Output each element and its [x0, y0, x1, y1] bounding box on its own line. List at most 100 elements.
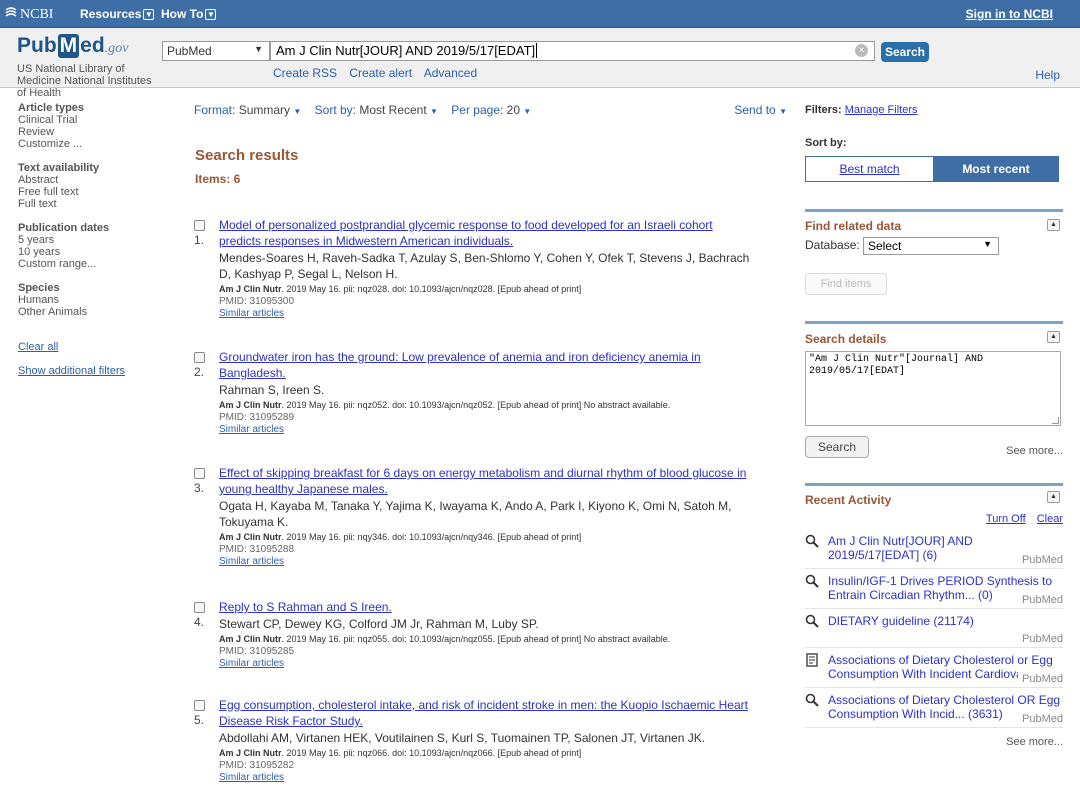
turn-off-link[interactable]: Turn Off	[986, 513, 1026, 525]
sort-menu[interactable]: Sort by: Most Recent ▼	[315, 103, 438, 117]
filter-5-years[interactable]: 5 years	[18, 234, 168, 246]
result-title-link[interactable]: Egg consumption, cholesterol intake, and…	[219, 697, 793, 729]
advanced-link[interactable]: Advanced	[424, 66, 477, 80]
manage-filters-link[interactable]: Manage Filters	[845, 104, 918, 116]
result-checkbox[interactable]	[194, 468, 205, 479]
filter-10-years[interactable]: 10 years	[18, 246, 168, 258]
pubmed-header: Pub Med.gov US National Library of Medici…	[0, 28, 1080, 99]
filter-humans[interactable]: Humans	[18, 294, 168, 306]
filter-customize[interactable]: Customize ...	[18, 138, 168, 150]
similar-articles-link[interactable]: Similar articles	[219, 424, 793, 436]
related-database-select[interactable]: Select ▼	[863, 237, 999, 255]
per-page-menu[interactable]: Per page: 20 ▼	[451, 103, 531, 117]
clear-search-icon[interactable]: ×	[855, 44, 868, 57]
create-alert-link[interactable]: Create alert	[349, 66, 412, 80]
result-number: 3.	[194, 481, 205, 495]
sort-by-label: Sort by:	[805, 137, 847, 149]
result-citation: Am J Clin Nutr. 2019 May 16. pii: nqz066…	[219, 748, 582, 758]
dropdown-arrow-icon: ▼	[983, 239, 992, 249]
database-select[interactable]: PubMed ▼	[162, 41, 270, 61]
filters-label: Filters: Manage Filters	[805, 104, 918, 116]
result-title-link[interactable]: Groundwater iron has the ground: Low pre…	[219, 349, 793, 381]
result-pmid: PMID: 31095285	[219, 646, 295, 657]
result-checkbox[interactable]	[194, 352, 205, 363]
search-results-title: Search results	[195, 147, 299, 164]
clear-all-link[interactable]: Clear all	[18, 341, 168, 353]
filter-full-text[interactable]: Full text	[18, 198, 168, 210]
sign-in-link[interactable]: Sign in to NCBI	[966, 7, 1053, 21]
filter-abstract[interactable]: Abstract	[18, 174, 168, 186]
collapse-icon[interactable]: ▲	[1047, 219, 1060, 231]
find-items-button[interactable]: Find items	[805, 273, 887, 295]
recent-activity-item[interactable]: Am J Clin Nutr[JOUR] AND 2019/5/17[EDAT]…	[805, 534, 1063, 569]
result-citation: Am J Clin Nutr. 2019 May 16. pii: nqz028…	[219, 284, 582, 294]
similar-articles-link[interactable]: Similar articles	[219, 556, 793, 568]
sort-most-recent-button[interactable]: Most recent	[933, 157, 1059, 181]
result-citation: Am J Clin Nutr. 2019 May 16. pii: nqy346…	[219, 532, 582, 542]
result-authors: Stewart CP, Dewey KG, Colford JM Jr, Rah…	[219, 617, 539, 631]
similar-articles-link[interactable]: Similar articles	[219, 772, 793, 784]
recent-activity-item[interactable]: Insulin/IGF-1 Drives PERIOD Synthesis to…	[805, 574, 1063, 609]
document-icon	[806, 653, 818, 667]
clear-activity-link[interactable]: Clear	[1037, 513, 1063, 525]
format-menu[interactable]: Format: Summary ▼	[194, 103, 301, 117]
dropdown-arrow-icon: ▼	[254, 44, 263, 54]
resize-grip-icon[interactable]	[1052, 417, 1059, 424]
sort-toggle: Best match Most recent	[805, 156, 1059, 182]
send-to-menu[interactable]: Send to ▼	[734, 103, 787, 117]
search-icon	[805, 574, 819, 588]
recent-activity-controls: Turn Off Clear	[978, 513, 1063, 525]
database-label: Database:	[805, 238, 860, 252]
search-details-textarea[interactable]: "Am J Clin Nutr"[Journal] AND 2019/05/17…	[805, 351, 1061, 426]
species-heading: Species	[18, 282, 60, 294]
chevron-down-icon: ▼	[523, 107, 532, 116]
result-citation: Am J Clin Nutr. 2019 May 16. pii: nqz055…	[219, 634, 671, 644]
result-pmid: PMID: 31095288	[219, 544, 295, 555]
ncbi-logo-icon	[5, 7, 17, 17]
howto-menu[interactable]: How To ▼	[161, 7, 217, 21]
help-link[interactable]: Help	[1035, 68, 1060, 82]
result-title-link[interactable]: Model of personalized postprandial glyce…	[219, 217, 793, 249]
filter-custom-range[interactable]: Custom range...	[18, 258, 168, 270]
see-more-link[interactable]: See more...	[1006, 736, 1063, 748]
collapse-icon[interactable]: ▲	[1047, 331, 1060, 343]
collapse-icon[interactable]: ▲	[1047, 491, 1060, 503]
recent-activity-item[interactable]: DIETARY guideline (21174) PubMed	[805, 614, 1063, 648]
resources-menu[interactable]: Resources ▼	[80, 7, 155, 21]
chevron-down-icon: ▼	[430, 107, 438, 116]
details-search-button[interactable]: Search	[805, 436, 869, 458]
chevron-down-icon: ▼	[293, 107, 302, 116]
search-button[interactable]: Search	[881, 42, 929, 62]
filter-other-animals[interactable]: Other Animals	[18, 306, 168, 318]
pubmed-logo[interactable]: Pub Med.gov	[17, 34, 128, 58]
filter-sidebar: Article types Clinical Trial Review Cust…	[18, 88, 168, 377]
search-input[interactable]: Am J Clin Nutr[JOUR] AND 2019/5/17[EDAT]…	[270, 41, 875, 61]
result-item: 4. Reply to S Rahman and S Ireen. Stewar…	[193, 599, 793, 670]
items-count: Items: 6	[195, 172, 241, 186]
result-number: 5.	[194, 713, 205, 727]
filter-free-full-text[interactable]: Free full text	[18, 186, 168, 198]
recent-activity-item[interactable]: Associations of Dietary Cholesterol OR E…	[805, 693, 1063, 728]
result-pmid: PMID: 31095289	[219, 412, 295, 423]
sort-best-match-button[interactable]: Best match	[806, 157, 933, 181]
format-bar: Format: Summary ▼ Sort by: Most Recent ▼…	[194, 103, 790, 117]
recent-activity-item[interactable]: Associations of Dietary Cholesterol or E…	[805, 653, 1063, 688]
recent-activity-heading: Recent Activity	[805, 493, 892, 507]
similar-articles-link[interactable]: Similar articles	[219, 308, 793, 320]
result-title-link[interactable]: Effect of skipping breakfast for 6 days …	[219, 465, 793, 497]
result-checkbox[interactable]	[194, 220, 205, 231]
find-related-data-heading: Find related data	[805, 219, 902, 233]
similar-articles-link[interactable]: Similar articles	[219, 658, 793, 670]
show-additional-filters-link[interactable]: Show additional filters	[18, 365, 168, 377]
filter-clinical-trial[interactable]: Clinical Trial	[18, 114, 168, 126]
see-more-link[interactable]: See more...	[1006, 445, 1063, 457]
result-checkbox[interactable]	[194, 700, 205, 711]
result-checkbox[interactable]	[194, 602, 205, 613]
result-title-link[interactable]: Reply to S Rahman and S Ireen.	[219, 599, 793, 615]
create-rss-link[interactable]: Create RSS	[273, 66, 337, 80]
ncbi-logo[interactable]: NCBI	[4, 6, 53, 23]
filter-review[interactable]: Review	[18, 126, 168, 138]
result-pmid: PMID: 31095282	[219, 760, 295, 771]
result-authors: Ogata H, Kayaba M, Tanaka Y, Yajima K, I…	[219, 499, 732, 529]
publication-dates-heading: Publication dates	[18, 222, 110, 234]
